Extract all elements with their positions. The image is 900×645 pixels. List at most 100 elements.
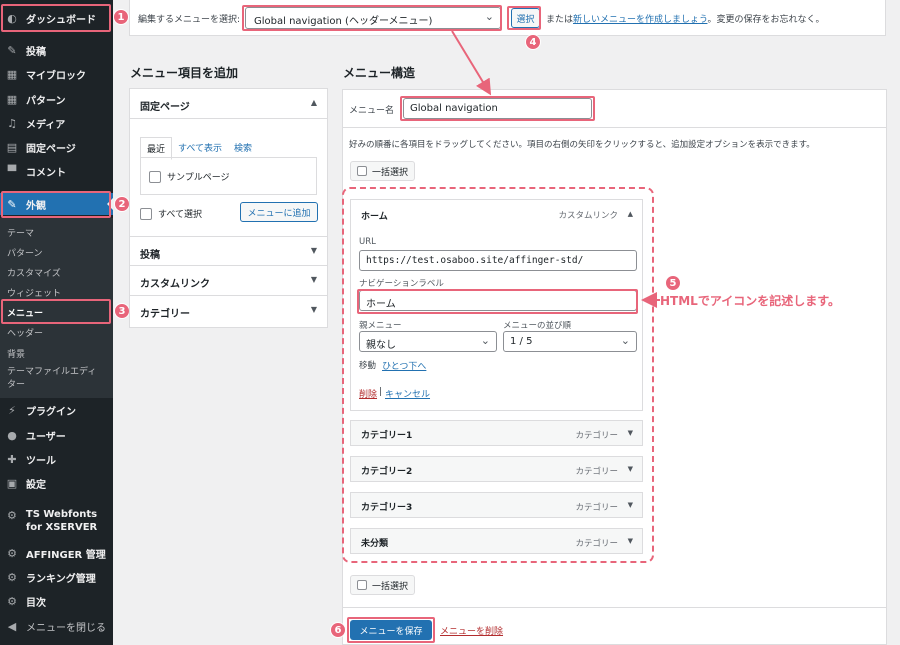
user-icon: ● xyxy=(7,428,17,442)
category-accordion[interactable]: カテゴリー ▼ xyxy=(130,296,327,326)
annotation-badge-2: 2 xyxy=(114,196,130,212)
blocks-icon: ▦ xyxy=(6,67,18,81)
settings-icon: ▣ xyxy=(6,476,18,490)
posts-accordion[interactable]: 投稿 ▼ xyxy=(130,236,327,266)
sidebar-item-label: メニューを閉じる xyxy=(26,622,106,634)
create-menu-text: または新しいメニューを作成しましょう。変更の保存をお忘れなく。 xyxy=(546,12,825,25)
select-all-checkbox[interactable]: すべて選択 xyxy=(140,207,202,220)
sidebar-item-tools[interactable]: ✚ ツール xyxy=(0,448,113,470)
custom-link-accordion[interactable]: カスタムリンク ▼ xyxy=(130,266,327,296)
sidebar-item-label: 設定 xyxy=(26,479,46,491)
bulk-select-label: 一括選択 xyxy=(372,167,409,178)
sidebar-item-appearance[interactable]: ✎ 外観 xyxy=(0,193,113,215)
arrow-to-menu-name xyxy=(451,30,492,96)
divider xyxy=(342,607,887,608)
bulk-select-top[interactable]: 一括選択 xyxy=(350,161,416,181)
collapse-menu-button[interactable]: ◀ メニューを閉じる xyxy=(0,615,113,637)
sidebar-item-label: プラグイン xyxy=(26,406,76,418)
admin-sidebar: ◐ ダッシュボード ✎ 投稿 ▦ マイブロック ▦ パターン ♫ メディア ▤ 固定ページ … xyxy=(0,0,113,645)
sidebar-item-label: 目次 xyxy=(26,597,46,609)
menu-name-label: メニュー名 xyxy=(349,106,395,116)
submenu-menus[interactable]: メニュー xyxy=(0,306,113,319)
annotation-badge-4: 4 xyxy=(525,34,541,50)
divider xyxy=(342,127,887,128)
chevron-down-icon: ▼ xyxy=(310,275,317,284)
sidebar-item-posts[interactable]: ✎ 投稿 xyxy=(0,39,113,61)
sidebar-item-label: AFFINGER 管理 xyxy=(26,549,106,561)
active-arrow xyxy=(107,198,113,210)
patterns-icon: ▦ xyxy=(6,92,18,106)
chevron-up-icon: ▲ xyxy=(310,98,317,107)
submenu-patterns[interactable]: パターン xyxy=(0,246,113,259)
sidebar-item-label: 投稿 xyxy=(26,46,46,58)
plugin-icon: ⚡ xyxy=(8,403,16,417)
sidebar-item-label: ダッシュボード xyxy=(26,14,96,26)
delete-menu-link[interactable]: メニューを削除 xyxy=(440,624,503,637)
save-reminder: 。変更の保存をお忘れなく。 xyxy=(707,15,825,25)
chevron-down-icon: ▼ xyxy=(310,246,317,255)
menu-name-input[interactable]: Global navigation xyxy=(403,98,592,119)
or-text: または xyxy=(546,15,574,25)
submenu-background[interactable]: 背景 xyxy=(0,347,113,360)
accordion-title: カスタムリンク xyxy=(140,279,210,290)
media-icon: ♫ xyxy=(7,116,17,130)
sidebar-item-label: パターン xyxy=(26,95,66,107)
select-all-label: すべて選択 xyxy=(158,210,203,220)
sidebar-item-ts-webfonts[interactable]: ⚙ TS Webfonts for XSERVER xyxy=(0,508,113,536)
accordion-title: 投稿 xyxy=(140,250,160,261)
chevron-down-icon: ⌄ xyxy=(484,10,494,23)
sidebar-item-label: コメント xyxy=(26,167,66,179)
create-menu-link[interactable]: 新しいメニューを作成しましょう xyxy=(573,15,707,25)
tools-icon: ✚ xyxy=(7,452,17,466)
page-icon: ▤ xyxy=(6,140,18,154)
sidebar-item-label: 外観 xyxy=(26,200,46,212)
submenu-themes[interactable]: テーマ xyxy=(0,226,113,239)
chevron-down-icon: ▼ xyxy=(310,305,317,314)
sidebar-item-label: TS Webfonts for XSERVER xyxy=(25,509,98,533)
checkbox[interactable] xyxy=(357,166,367,176)
sidebar-item-label: ランキング管理 xyxy=(26,573,96,585)
sidebar-item-label: ツール xyxy=(26,455,56,467)
sidebar-item-toc[interactable]: ⚙ 目次 xyxy=(0,590,113,612)
select-button[interactable]: 選択 xyxy=(511,8,540,28)
sidebar-item-ranking[interactable]: ⚙ ランキング管理 xyxy=(0,566,113,588)
submenu-customize[interactable]: カスタマイズ xyxy=(0,266,113,279)
collapse-icon: ◀ xyxy=(7,619,17,633)
menu-select-dropdown[interactable]: Global navigation (ヘッダーメニュー) ⌄ xyxy=(245,7,501,29)
add-to-menu-button[interactable]: メニューに追加 xyxy=(240,202,318,222)
sidebar-item-settings[interactable]: ▣ 設定 xyxy=(0,472,113,494)
sidebar-item-plugins[interactable]: ⚡ プラグイン xyxy=(0,399,113,421)
sidebar-item-media[interactable]: ♫ メディア xyxy=(0,112,113,134)
page-list-box: サンプルページ xyxy=(140,157,317,195)
appearance-icon: ✎ xyxy=(7,197,17,211)
fixed-pages-accordion[interactable]: 固定ページ ▲ xyxy=(130,89,327,119)
sidebar-item-dashboard[interactable]: ◐ ダッシュボード xyxy=(0,7,113,29)
gear-icon: ⚙ xyxy=(7,546,17,560)
sidebar-item-pages[interactable]: ▤ 固定ページ xyxy=(0,136,113,158)
comment-icon: ▀ xyxy=(7,164,17,178)
gear-icon: ⚙ xyxy=(7,594,17,608)
submenu-header[interactable]: ヘッダー xyxy=(0,326,113,339)
add-menu-items-panel: 固定ページ ▲ 最近 すべて表示 検索 サンプルページ すべて選択 メニューに追… xyxy=(129,88,328,328)
annotation-badge-6: 6 xyxy=(330,622,346,638)
bulk-select-bottom[interactable]: 一括選択 xyxy=(350,575,416,595)
selected-menu-value: Global navigation (ヘッダーメニュー) xyxy=(254,16,433,27)
checkbox[interactable] xyxy=(149,170,161,183)
checkbox[interactable] xyxy=(357,580,367,590)
sidebar-item-myblocks[interactable]: ▦ マイブロック xyxy=(0,63,113,85)
sidebar-item-users[interactable]: ● ユーザー xyxy=(0,424,113,446)
submenu-theme-editor[interactable]: テーマファイルエディター xyxy=(0,366,104,392)
gear-icon: ⚙ xyxy=(7,570,17,584)
page-item-sample[interactable]: サンプルページ xyxy=(149,170,230,183)
checkbox[interactable] xyxy=(140,207,152,220)
menu-select-bar: 編集するメニューを選択: Global navigation (ヘッダーメニュー… xyxy=(129,0,886,36)
annotation-badge-5: 5 xyxy=(665,275,681,291)
annotation-badge-3: 3 xyxy=(114,303,130,319)
save-menu-button[interactable]: メニューを保存 xyxy=(350,620,432,640)
submenu-widgets[interactable]: ウィジェット xyxy=(0,286,113,299)
dashboard-icon: ◐ xyxy=(7,11,17,25)
sidebar-item-comments[interactable]: ▀ コメント xyxy=(0,160,113,182)
menu-structure-heading: メニュー構造 xyxy=(343,66,416,80)
sidebar-item-affinger[interactable]: ⚙ AFFINGER 管理 xyxy=(0,542,113,564)
sidebar-item-patterns[interactable]: ▦ パターン xyxy=(0,88,113,110)
